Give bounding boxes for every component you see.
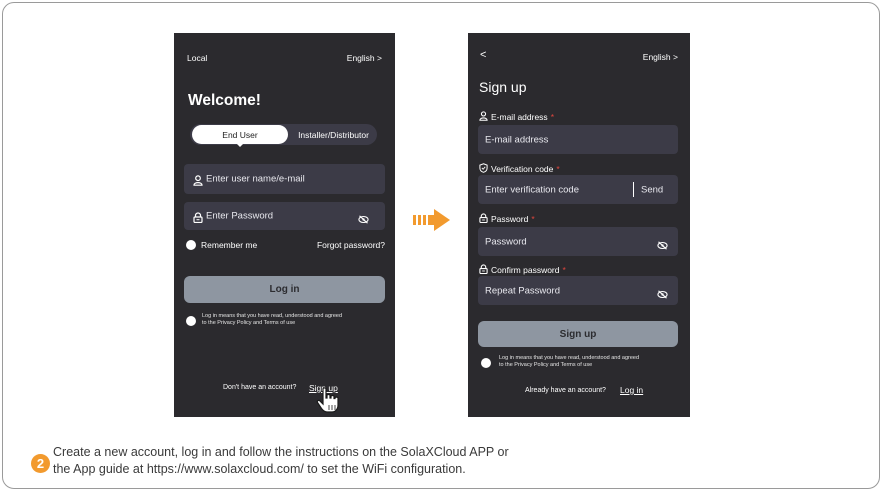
email-placeholder: E-mail address [485, 134, 549, 145]
signup-screen: < English > Sign up E-mail address * E-m… [468, 33, 690, 417]
signup-password-placeholder: Password [485, 236, 527, 247]
back-button[interactable]: < [480, 49, 486, 61]
required-mark: * [531, 214, 535, 224]
signup-button[interactable]: Sign up [478, 321, 678, 347]
remember-me-radio[interactable] [186, 240, 196, 250]
signup-title: Sign up [479, 79, 527, 95]
signup-agree-terms-radio[interactable] [481, 358, 491, 368]
tab-end-user-label: End User [222, 129, 258, 140]
lock-icon [479, 213, 488, 225]
email-label: E-mail address [491, 112, 548, 122]
language-selector[interactable]: English > [347, 53, 382, 63]
terms-line-1: Log in means that you have read, underst… [202, 313, 343, 319]
instruction-frame [2, 2, 880, 489]
code-label: Verification code [491, 164, 554, 174]
lock-icon [479, 264, 488, 276]
user-icon [479, 111, 488, 123]
signup-terms-line-1: Log in means that you have read, underst… [499, 355, 640, 361]
confirm-password-input[interactable]: Repeat Password [478, 276, 678, 305]
password-label-row: Password * [479, 213, 535, 225]
region-local[interactable]: Local [187, 53, 207, 63]
login-button-label: Log in [269, 284, 300, 295]
terms-text: Log in means that you have read, underst… [202, 313, 342, 327]
login-link[interactable]: Log in [620, 385, 643, 395]
arrow-right-icon [413, 209, 451, 236]
email-input[interactable]: E-mail address [478, 125, 678, 154]
password-label: Password [491, 214, 529, 224]
remember-me-label: Remember me [201, 240, 258, 250]
step-number: 2 [36, 456, 45, 471]
user-icon [193, 173, 203, 191]
code-label-row: Verification code * [479, 163, 560, 175]
password-placeholder: Enter Password [206, 210, 274, 222]
user-type-tabs: End User Installer/Distributor [190, 124, 377, 147]
welcome-heading: Welcome! [188, 92, 261, 109]
send-code-button[interactable]: Send [641, 184, 663, 195]
step-badge: 2 [31, 454, 50, 473]
confirm-label-row: Confirm password * [479, 264, 566, 276]
signup-terms-line-2: to the Privacy Policy and Terms of use [499, 362, 593, 368]
verification-code-input[interactable]: Enter verification code Send [478, 175, 678, 204]
send-divider [633, 182, 634, 197]
code-placeholder: Enter verification code [485, 184, 579, 195]
required-mark: * [562, 265, 566, 275]
step-line-1: Create a new account, log in and follow … [53, 445, 509, 459]
have-account-text: Already have an account? [525, 387, 606, 394]
eye-off-icon[interactable] [358, 211, 369, 229]
step-caption: Create a new account, log in and follow … [53, 444, 509, 478]
lock-icon [193, 210, 203, 228]
login-screen: Local English > Welcome! End User Instal… [174, 33, 395, 417]
eye-off-icon[interactable] [657, 286, 668, 304]
no-account-text: Don't have an account? [223, 384, 297, 391]
signup-button-label: Sign up [559, 328, 597, 340]
terms-line-2: to the Privacy Policy and Terms of use [202, 320, 296, 326]
username-input[interactable]: Enter user name/e-mail [184, 164, 385, 194]
password-input[interactable]: Enter Password [184, 202, 385, 230]
confirm-label: Confirm password [491, 265, 560, 275]
required-mark: * [556, 164, 560, 174]
signup-terms-text: Log in means that you have read, underst… [499, 355, 639, 369]
hand-cursor-icon [316, 387, 340, 417]
tab-installer-label: Installer/Distributor [298, 129, 369, 140]
required-mark: * [550, 112, 554, 122]
username-placeholder: Enter user name/e-mail [206, 173, 305, 185]
shield-icon [479, 163, 488, 175]
eye-off-icon[interactable] [657, 237, 668, 255]
tab-end-user[interactable]: End User [192, 125, 288, 144]
tab-pointer [236, 143, 244, 147]
tab-installer[interactable]: Installer/Distributor [290, 125, 377, 144]
confirm-placeholder: Repeat Password [485, 285, 560, 296]
forgot-password-link[interactable]: Forgot password? [317, 240, 385, 250]
email-label-row: E-mail address * [479, 111, 554, 123]
agree-terms-radio[interactable] [186, 316, 196, 326]
step-line-2: the App guide at https://www.solaxcloud.… [53, 462, 466, 476]
signup-language-selector[interactable]: English > [643, 52, 678, 62]
login-button[interactable]: Log in [184, 276, 385, 303]
signup-password-input[interactable]: Password [478, 227, 678, 256]
